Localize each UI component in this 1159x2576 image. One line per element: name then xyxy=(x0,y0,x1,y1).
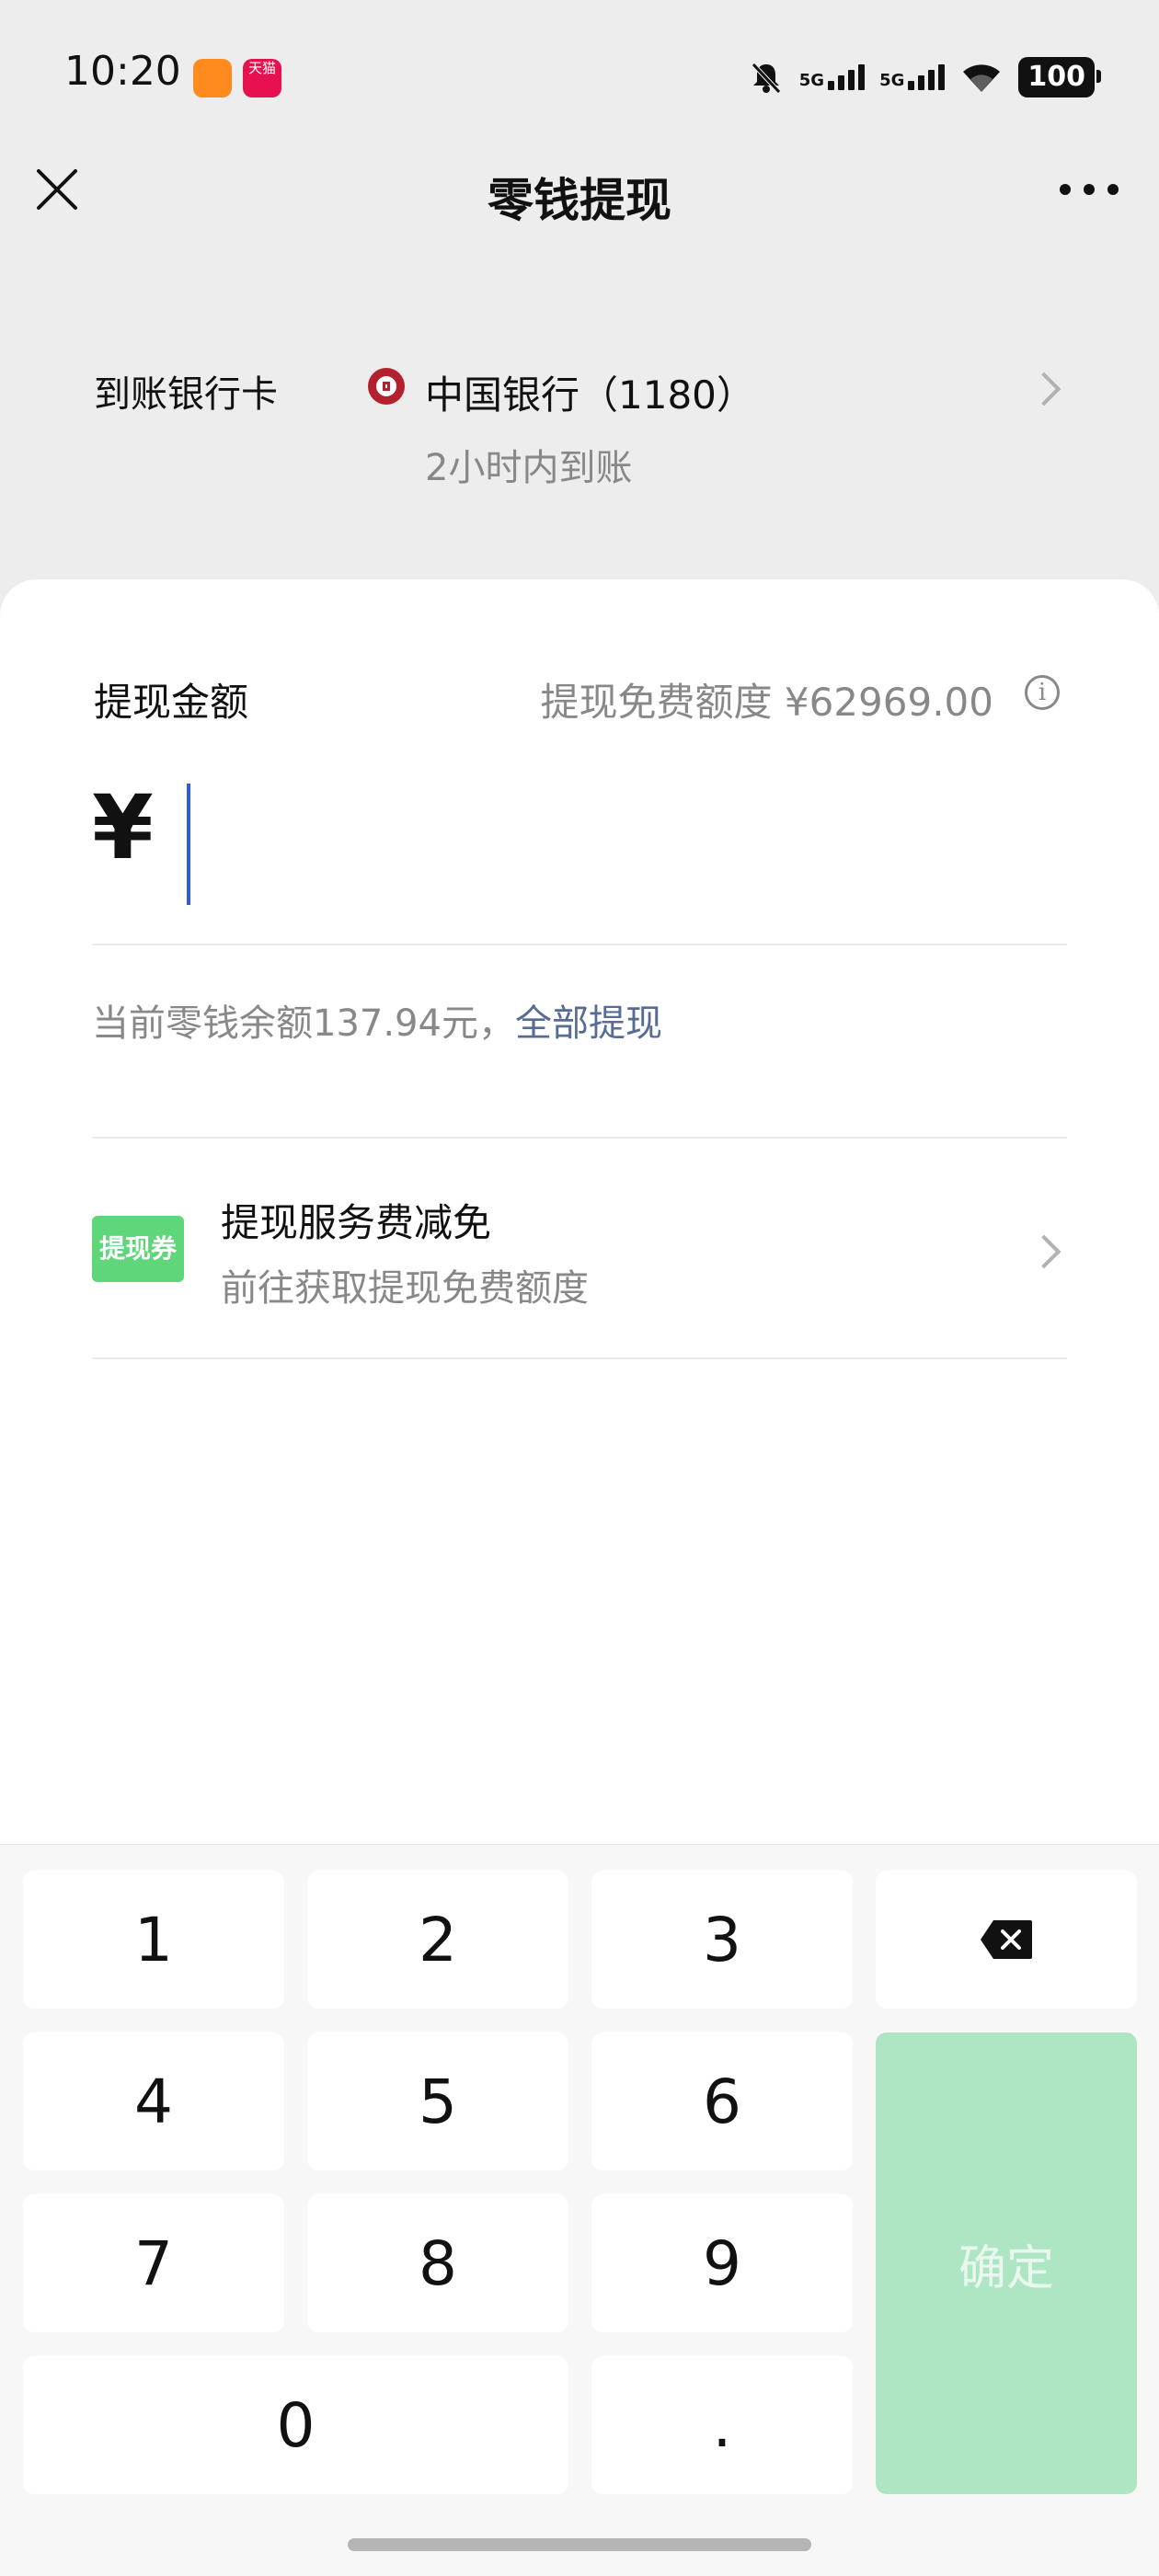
bank-name: 中国银行（1180） xyxy=(425,372,755,418)
divider xyxy=(92,944,1067,945)
network-type-2: 5G xyxy=(879,71,905,90)
app-notification-icon xyxy=(193,59,232,97)
signal-1: 5G xyxy=(798,64,866,90)
coupon-subtitle: 前往获取提现免费额度 xyxy=(221,1267,589,1310)
bank-of-china-logo-icon xyxy=(368,368,405,405)
key-2[interactable]: 2 xyxy=(307,1871,568,2009)
key-5[interactable]: 5 xyxy=(307,2032,568,2170)
coupon-title: 提现服务费减免 xyxy=(221,1200,492,1245)
divider xyxy=(92,1357,1067,1359)
more-icon[interactable] xyxy=(1060,180,1119,199)
signal-bars-icon xyxy=(828,64,866,90)
amount-input[interactable] xyxy=(184,782,1012,905)
key-3[interactable]: 3 xyxy=(591,1871,853,2009)
tmall-notification-icon: 天猫 xyxy=(243,59,281,97)
divider xyxy=(92,1137,1067,1139)
key-8[interactable]: 8 xyxy=(307,2194,568,2332)
signal-bars-icon xyxy=(908,64,946,90)
coupon-badge: 提现券 xyxy=(92,1216,184,1282)
home-indicator[interactable] xyxy=(348,2538,811,2551)
numeric-keypad: 1 2 3 4 5 6 7 8 9 0 . 确定 xyxy=(0,1844,1159,2576)
mute-bell-icon xyxy=(751,63,781,94)
signal-2: 5G xyxy=(879,64,946,90)
amount-label: 提现金额 xyxy=(94,680,249,725)
key-9[interactable]: 9 xyxy=(591,2194,853,2332)
tmall-label: 天猫 xyxy=(247,60,276,76)
key-6[interactable]: 6 xyxy=(591,2032,853,2170)
status-time: 10:20 xyxy=(64,48,181,95)
text-caret xyxy=(187,784,190,905)
battery-icon: 100 xyxy=(1018,57,1101,97)
page-title: 零钱提现 xyxy=(488,174,671,227)
key-1[interactable]: 1 xyxy=(23,1871,284,2009)
status-indicators: 5G 5G 100 xyxy=(748,53,1101,101)
balance-line: 当前零钱余额137.94元，全部提现 xyxy=(92,993,662,1047)
backspace-icon xyxy=(981,1920,1032,1959)
withdraw-all-link[interactable]: 全部提现 xyxy=(515,1002,662,1045)
bank-card-label: 到账银行卡 xyxy=(94,373,278,416)
free-quota-text: 提现免费额度 ¥62969.00 xyxy=(540,680,993,725)
key-0[interactable]: 0 xyxy=(23,2356,568,2494)
key-decimal[interactable]: . xyxy=(591,2356,853,2494)
key-7[interactable]: 7 xyxy=(23,2194,284,2332)
network-type-1: 5G xyxy=(798,71,825,90)
confirm-button[interactable]: 确定 xyxy=(876,2032,1137,2494)
info-icon[interactable]: i xyxy=(1025,675,1060,710)
wifi-icon xyxy=(963,64,1001,92)
key-4[interactable]: 4 xyxy=(23,2032,284,2170)
arrival-time: 2小时内到账 xyxy=(425,447,633,489)
backspace-button[interactable] xyxy=(876,1871,1137,2009)
balance-text: 当前零钱余额137.94元， xyxy=(92,1002,515,1045)
currency-symbol: ¥ xyxy=(92,776,154,879)
